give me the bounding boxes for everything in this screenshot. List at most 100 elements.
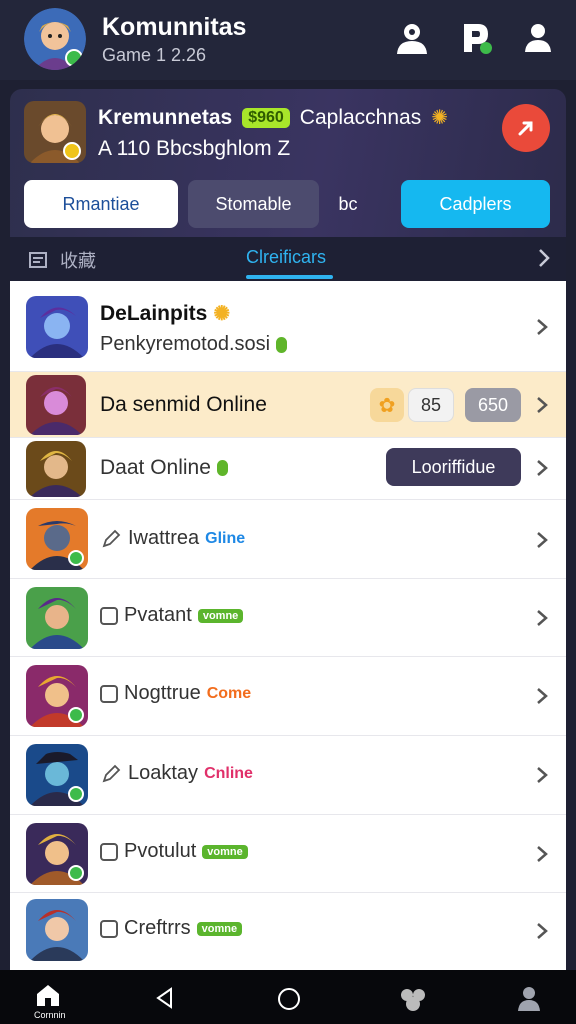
app-avatar[interactable] [24, 8, 86, 70]
chevron-right-icon[interactable] [532, 921, 552, 941]
community-icon [401, 989, 425, 1011]
member-list: DeLainpits ✺ Penkyremotod.sosi Da senmid… [10, 281, 566, 970]
subtitle-text: Penkyremotod.sosi [100, 333, 271, 355]
list-item[interactable]: Pvotulut vomne [10, 815, 566, 893]
title-text: Iwattrea [128, 527, 200, 549]
avatar [26, 665, 88, 727]
checkbox[interactable] [100, 684, 118, 703]
list-icon[interactable] [28, 250, 48, 270]
title-text: Daat Online [100, 456, 211, 479]
avatar [26, 899, 88, 961]
title-text: Loaktay [128, 762, 199, 784]
title-text: Pvatant [124, 604, 192, 626]
chevron-right-icon[interactable] [532, 844, 552, 864]
label-chip[interactable]: 650 [465, 388, 521, 422]
title-text: DeLainpits [100, 301, 208, 325]
status-label: Come [206, 684, 252, 702]
flower-icon[interactable]: ✿ [370, 388, 404, 422]
chevron-right-icon[interactable] [532, 458, 552, 478]
list-item[interactable]: Creftrrs vomne [10, 893, 566, 970]
tab-favorites[interactable]: 收藏 [60, 247, 96, 273]
avatar [26, 441, 86, 497]
checkbox[interactable] [100, 842, 118, 861]
sun-icon: ✺ [431, 107, 448, 129]
title-text: Pvotulut [124, 840, 197, 862]
status-label: Gline [205, 529, 246, 547]
list-item-title: Pvotulut vomne [100, 840, 248, 863]
list-item-subtitle: Penkyremotod.sosi [100, 333, 288, 356]
list-item-title: Da senmid Online [100, 393, 267, 416]
nav-home[interactable] [34, 982, 62, 1013]
tab-icons: 收藏 [28, 247, 96, 273]
list-item-highlighted[interactable]: Da senmid Online ✿ 85 650 [10, 372, 566, 438]
tab-clreificars[interactable]: Clreificars [246, 247, 326, 268]
action-button[interactable]: Looriffidue [386, 448, 521, 486]
list-item-title: Pvatant vomne [100, 604, 244, 627]
list-item[interactable]: Iwattrea Gline [10, 500, 566, 579]
list-item[interactable]: DeLainpits ✺ Penkyremotod.sosi [10, 281, 566, 372]
checkbox[interactable] [100, 919, 118, 938]
online-dot [216, 460, 228, 476]
list-item-title: Creftrrs vomne [100, 917, 243, 940]
list-item[interactable]: Pvatant vomne [10, 579, 566, 657]
count-chip[interactable]: 85 [408, 388, 454, 422]
nav-community[interactable] [398, 985, 428, 1018]
nav-back[interactable] [153, 986, 177, 1015]
online-dot [276, 336, 288, 353]
home-icon [37, 985, 59, 1006]
community-tag: Caplacchnas [299, 105, 422, 129]
chevron-right-icon[interactable] [532, 765, 552, 785]
profile-icon [518, 987, 540, 1011]
avatar [26, 508, 88, 570]
profile-icon[interactable] [518, 18, 558, 58]
chevron-right-icon[interactable] [532, 395, 552, 415]
user-icon[interactable] [392, 18, 432, 58]
list-item-title: Loaktay Cnline [100, 762, 253, 785]
pencil-icon[interactable] [100, 763, 122, 785]
status-badge: vomne [196, 921, 243, 936]
chevron-right-icon[interactable] [532, 608, 552, 628]
community-name: Kremunnetas [98, 105, 233, 129]
list-item-title: Nogttrue Come [100, 682, 251, 705]
title-text: Nogttrue [124, 682, 201, 704]
list-item[interactable]: Daat Online Looriffidue [10, 438, 566, 500]
avatar [26, 744, 88, 806]
chevron-right-icon[interactable] [532, 530, 552, 550]
back-icon [156, 987, 172, 1009]
top-app-bar: Komunnitas Game 1 2.26 [0, 0, 576, 80]
community-avatar[interactable] [24, 101, 86, 163]
avatar [26, 587, 88, 649]
avatar [26, 823, 88, 885]
share-button[interactable] [502, 104, 550, 152]
bc-link[interactable]: bc [328, 180, 368, 228]
list-item[interactable]: Nogttrue Come [10, 657, 566, 736]
checkbox[interactable] [100, 606, 118, 625]
list-item[interactable]: Loaktay Cnline [10, 736, 566, 815]
tab-bar: 收藏 Clreificars [10, 237, 566, 281]
list-item-title: Iwattrea Gline [100, 527, 245, 550]
chevron-right-icon[interactable] [532, 686, 552, 706]
list-item-title: DeLainpits ✺ [100, 301, 230, 326]
cadplers-button[interactable]: Cadplers [401, 180, 550, 228]
chevron-right-icon[interactable] [532, 317, 552, 337]
romantic-button[interactable]: Rmantiae [24, 180, 178, 228]
title-text: Creftrrs [124, 917, 191, 939]
stomable-button[interactable]: Stomable [188, 180, 319, 228]
sun-icon: ✺ [213, 303, 231, 325]
status-label: Cnline [204, 764, 253, 782]
bottom-navigation: Cornnin [0, 970, 576, 1024]
pencil-icon[interactable] [100, 528, 122, 550]
app-title: Komunnitas [102, 13, 247, 41]
app-subtitle: Game 1 2.26 [102, 45, 207, 65]
tab-underline [246, 275, 333, 279]
status-badge: vomne [197, 608, 244, 623]
chevron-right-icon[interactable] [534, 246, 554, 270]
card-name-line: Kremunnetas $960 Caplacchnas ✺ [98, 105, 448, 130]
status-badge: vomne [202, 844, 248, 859]
score-badge: $960 [242, 107, 290, 128]
nav-home-circle[interactable] [276, 986, 302, 1017]
p-icon[interactable] [456, 18, 496, 58]
arrow-icon [518, 121, 533, 136]
nav-profile[interactable] [515, 984, 543, 1017]
avatar [26, 375, 86, 435]
